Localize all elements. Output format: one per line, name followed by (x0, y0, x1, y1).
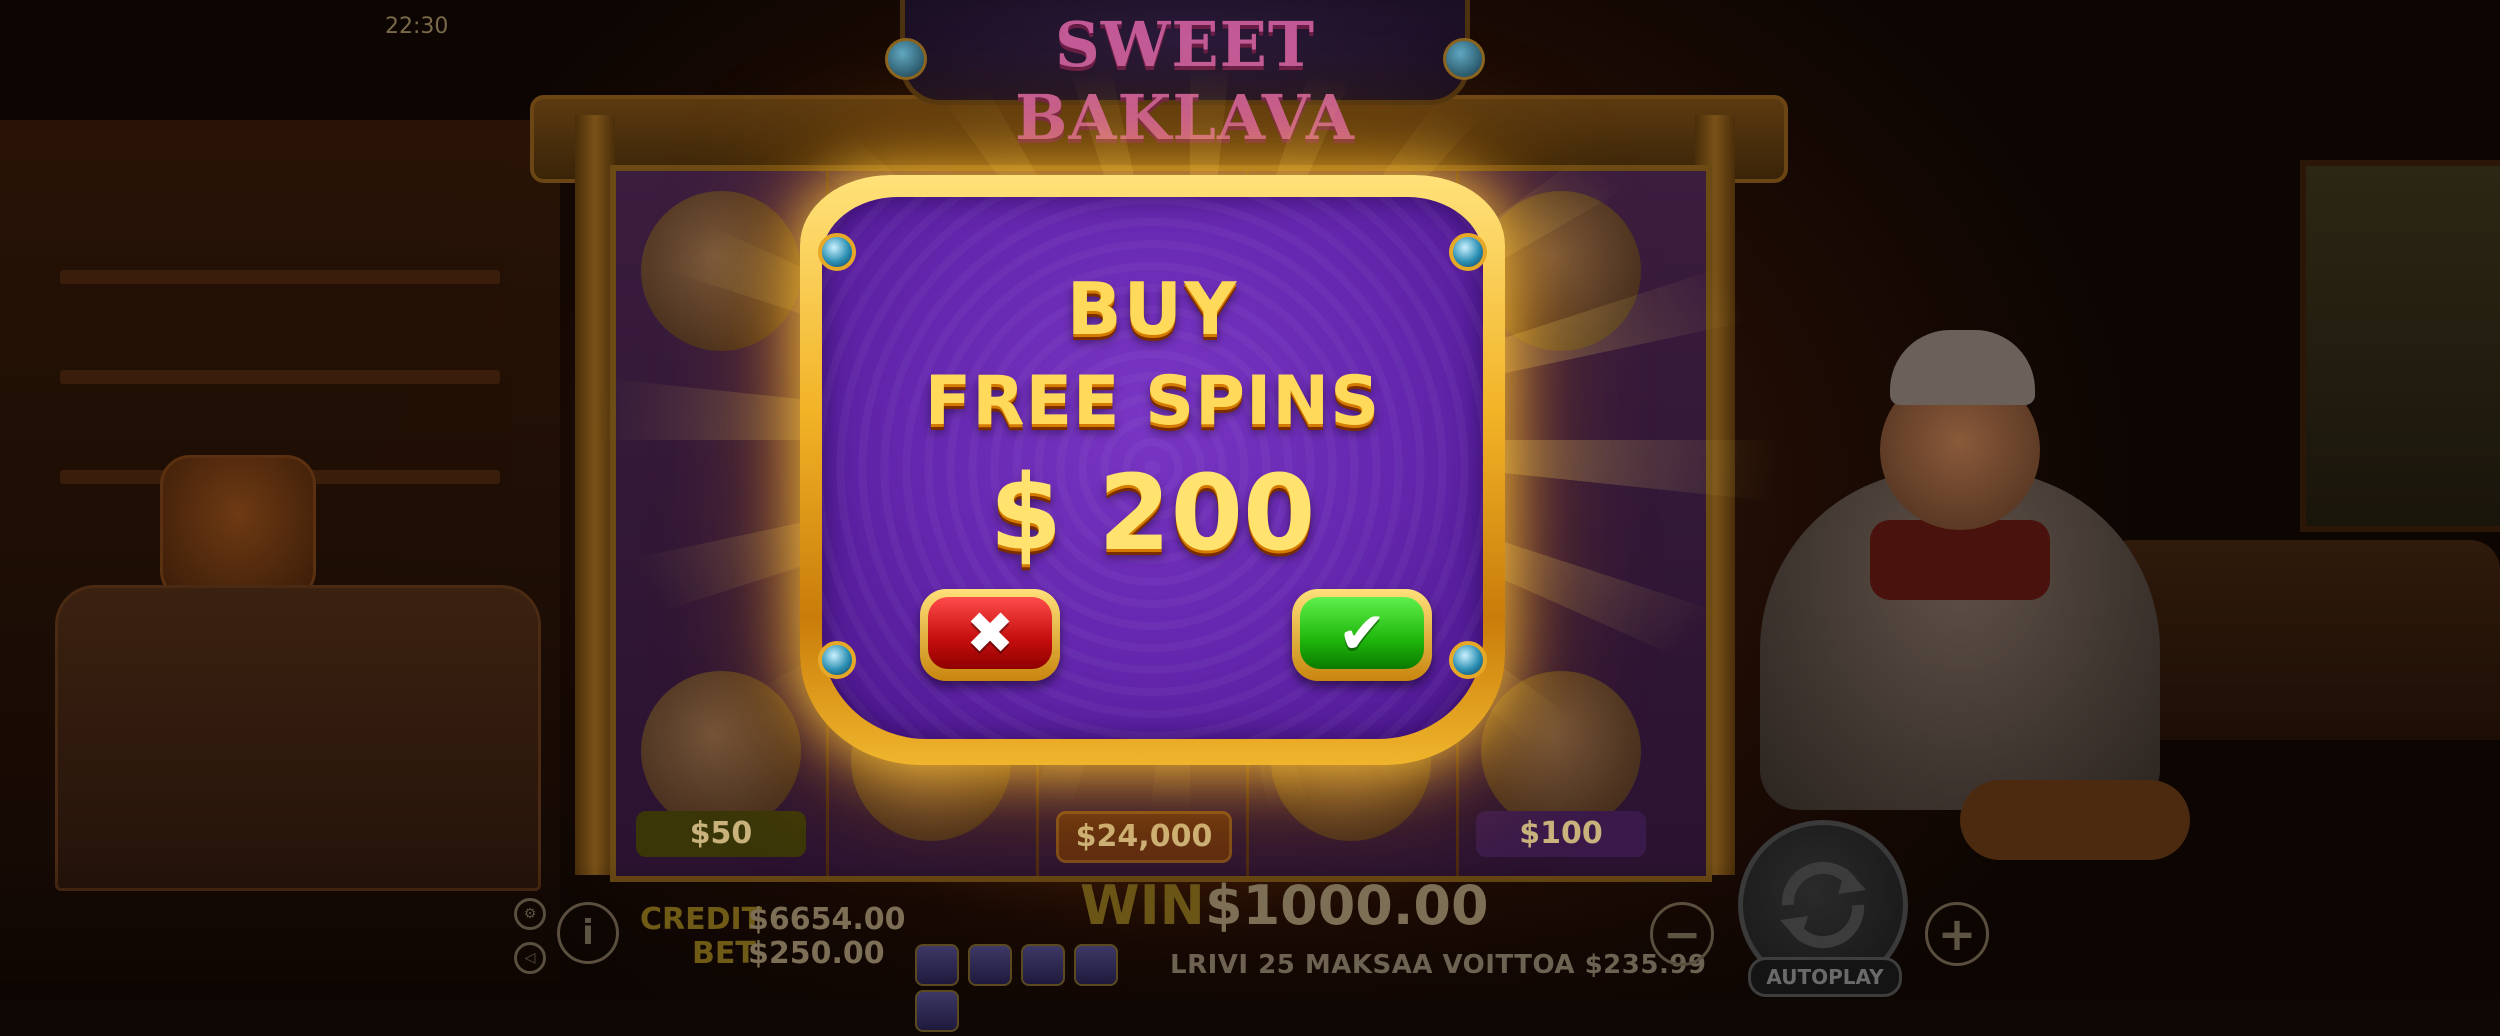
decrease-bet-button[interactable]: − (1650, 902, 1714, 966)
candy-jar (160, 455, 316, 601)
dialog-panel: BUY FREE SPINS $ 200 ✖ ✔ (822, 197, 1483, 739)
corner-gem (818, 641, 856, 679)
gem-symbol (915, 944, 959, 986)
bread-tray (1960, 780, 2190, 860)
autoplay-button[interactable]: AUTOPLAY (1748, 957, 1902, 997)
pastry-counter (2100, 540, 2500, 740)
cancel-button[interactable]: ✖ (920, 589, 1060, 681)
price-tag: $50 (636, 811, 806, 857)
shelf (60, 370, 500, 384)
increase-bet-button[interactable]: + (1925, 902, 1989, 966)
info-icon[interactable]: i (557, 902, 619, 964)
clock: 22:30 (385, 14, 449, 39)
dialog-title-free-spins: FREE SPINS (924, 362, 1381, 441)
close-icon: ✖ (928, 597, 1052, 669)
credit-label: CREDIT (640, 902, 763, 937)
win-value: $1000.00 (1205, 874, 1489, 937)
gear-icon[interactable]: ⚙ (514, 898, 546, 930)
price-tag: $100 (1476, 811, 1646, 857)
gem-symbol (915, 990, 959, 1032)
logo-gem-right (1443, 38, 1485, 80)
gem-symbol (1074, 944, 1118, 986)
buy-free-spins-dialog: BUY FREE SPINS $ 200 ✖ ✔ (800, 175, 1505, 765)
dialog-price: $ 200 (989, 452, 1316, 574)
winning-symbols-row (915, 944, 1165, 1032)
bet-label: BET (692, 936, 756, 971)
refresh-icon (1780, 861, 1866, 949)
gem-symbol (968, 944, 1012, 986)
confirm-button[interactable]: ✔ (1292, 589, 1432, 681)
corner-gem (818, 233, 856, 271)
shop-window (2300, 160, 2500, 532)
pastry-display-case (55, 585, 541, 891)
win-label: WIN (1080, 874, 1205, 937)
shelf (60, 270, 500, 284)
gem-symbol (1021, 944, 1065, 986)
dialog-title-buy: BUY (1066, 267, 1239, 351)
chef-scarf (1870, 520, 2050, 600)
corner-gem (1449, 641, 1487, 679)
line-win-info: LRIVI 25 MAKSAA VOITTOA $235.99 (1170, 950, 1707, 980)
corner-gem (1449, 233, 1487, 271)
bet-value: $250.00 (748, 936, 885, 971)
credit-value: $6654.00 (748, 902, 906, 937)
speaker-icon[interactable]: ◁ (514, 942, 546, 974)
check-icon: ✔ (1300, 597, 1424, 669)
